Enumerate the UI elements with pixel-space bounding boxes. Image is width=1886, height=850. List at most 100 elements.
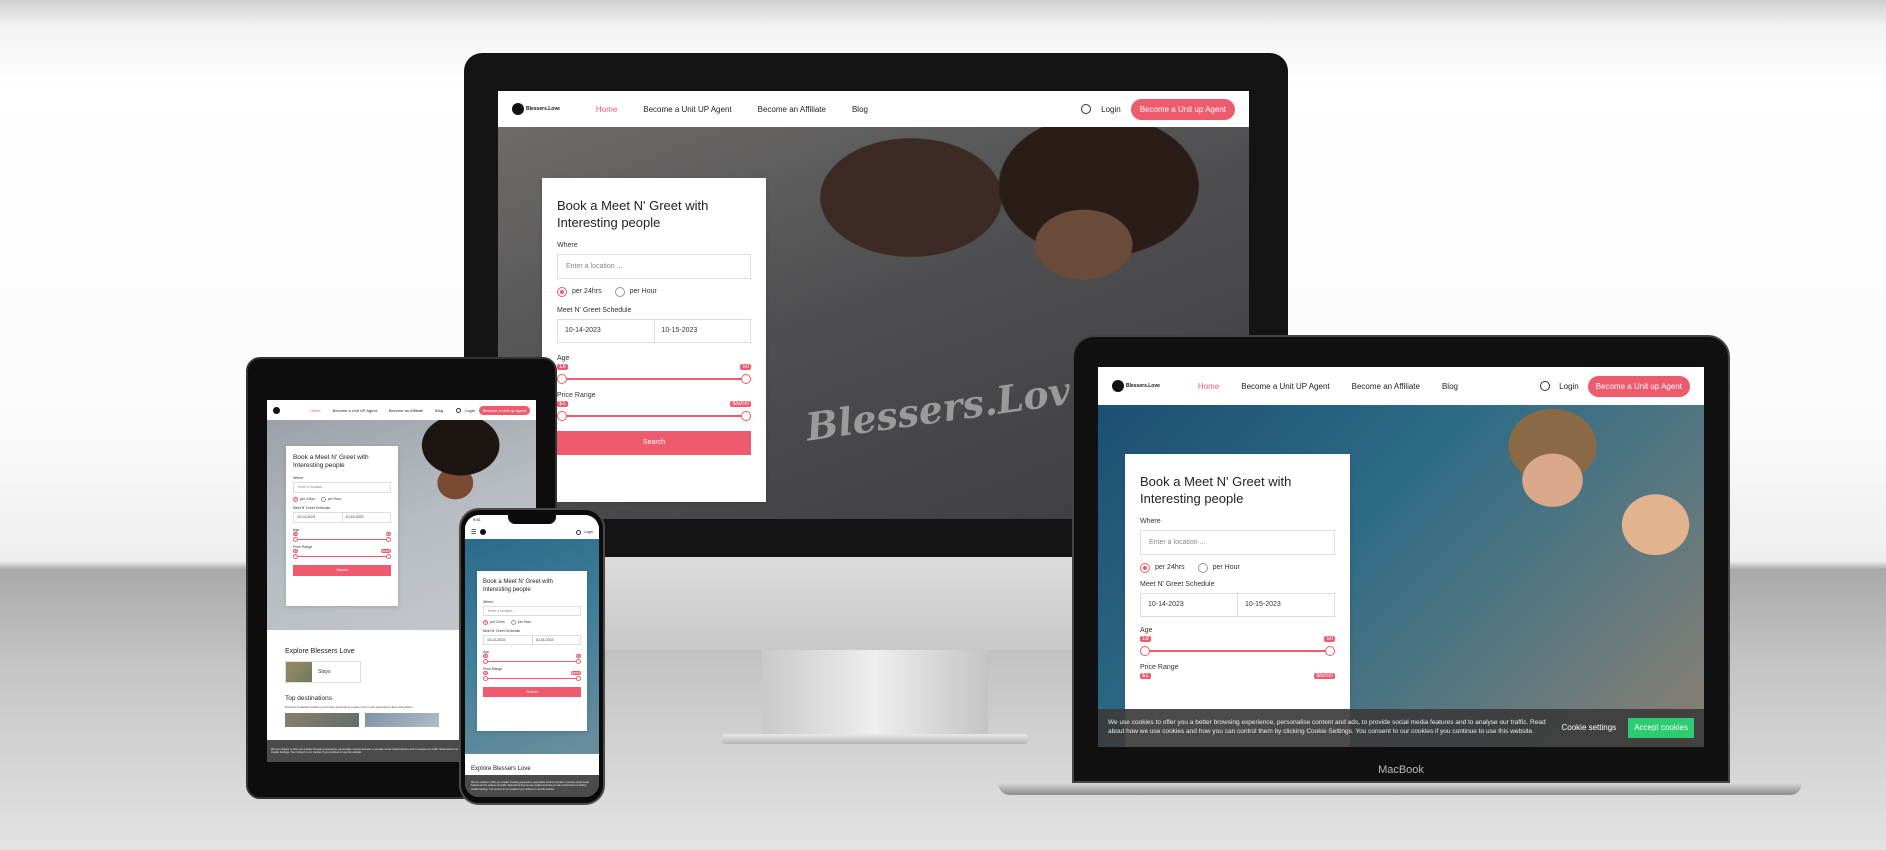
nav-agent[interactable]: Become a Unit UP Agent: [1241, 382, 1329, 391]
price-track: [483, 677, 581, 679]
nav-agent[interactable]: Become a Unit UP Agent: [333, 408, 377, 413]
date-from-input[interactable]: 10-14-2023: [558, 320, 654, 342]
price-max-knob[interactable]: [576, 675, 581, 681]
card-title: Book a Meet N' Greet with Interesting pe…: [1140, 474, 1292, 506]
login-link[interactable]: Login: [1559, 382, 1579, 391]
destination-photo[interactable]: [285, 713, 359, 727]
nav-right: Login Become a Unit up Agent: [1540, 375, 1690, 397]
globe-icon[interactable]: [456, 407, 462, 413]
cookie-settings-button[interactable]: Cookie settings: [1561, 723, 1616, 734]
globe-icon[interactable]: [1081, 104, 1092, 114]
date-range: 10-14-2023 10-15-2023: [1140, 592, 1335, 617]
logo[interactable]: Blessers.Love: [1112, 380, 1160, 392]
nav-home[interactable]: Home: [596, 105, 617, 114]
age-max-knob[interactable]: [1325, 645, 1335, 656]
location-input[interactable]: Enter a location ...: [1140, 529, 1335, 555]
rate-hour-radio[interactable]: [320, 496, 326, 502]
price-min-tag: $1: [1140, 672, 1151, 679]
macbook-label: MacBook: [1378, 764, 1424, 776]
globe-icon[interactable]: [1540, 381, 1551, 391]
accept-cookies-button[interactable]: Accept cookies: [1628, 717, 1694, 739]
date-range: 10-14-2023 10-15-2023: [293, 511, 391, 523]
date-to-input[interactable]: 10-15-2023: [531, 635, 581, 644]
nav-affiliate[interactable]: Become an Affiliate: [389, 408, 423, 413]
explore-item-stays[interactable]: Stays: [285, 661, 361, 683]
age-max-knob[interactable]: [741, 373, 751, 384]
price-min-knob[interactable]: [293, 553, 298, 559]
price-slider[interactable]: $1 $5000: [1140, 672, 1335, 693]
rate-24h-radio[interactable]: [1140, 562, 1150, 573]
date-to-input[interactable]: 10-15-2023: [341, 512, 391, 522]
nav-blog[interactable]: Blog: [1442, 382, 1458, 391]
rate-hour-radio[interactable]: [1197, 562, 1208, 573]
rate-24h-radio[interactable]: [557, 286, 567, 297]
become-agent-button[interactable]: Become a Unit up Agent: [478, 405, 530, 415]
price-max-tag: $5000: [730, 400, 751, 407]
age-max-tag: 50: [385, 531, 391, 536]
nav-blog[interactable]: Blog: [435, 408, 443, 413]
nav-links: Home Become a Unit UP Agent Become an Af…: [596, 105, 868, 114]
date-to-input[interactable]: 10-15-2023: [653, 319, 751, 342]
price-max-tag: $5000: [380, 548, 391, 553]
booking-card: Book a Meet N' Greet with Interesting pe…: [477, 571, 587, 731]
nav-blog[interactable]: Blog: [852, 105, 868, 114]
rate-radios: per 24hrs per Hour: [557, 286, 751, 297]
logo-icon: [512, 103, 524, 115]
rate-hour-radio[interactable]: [510, 619, 516, 625]
rate-24h-radio[interactable]: [483, 619, 488, 625]
date-to-input[interactable]: 10-15-2023: [1237, 593, 1334, 616]
location-input[interactable]: Enter a location ...: [293, 481, 391, 493]
globe-icon[interactable]: [576, 529, 582, 535]
where-label: Where: [1140, 517, 1161, 525]
logo[interactable]: Blessers.Love: [512, 103, 560, 115]
destination-photo[interactable]: [365, 713, 439, 727]
become-agent-button[interactable]: Become a Unit up Agent: [1587, 375, 1690, 397]
age-min-knob[interactable]: [483, 658, 488, 664]
age-slider[interactable]: 18 50: [483, 653, 581, 664]
nav-affiliate[interactable]: Become an Affiliate: [758, 105, 826, 114]
price-min-knob[interactable]: [557, 410, 567, 421]
login-link[interactable]: Login: [1101, 105, 1121, 114]
search-button[interactable]: Search: [483, 686, 581, 697]
nav-affiliate[interactable]: Become an Affiliate: [1352, 382, 1420, 391]
age-min-knob[interactable]: [1140, 645, 1150, 656]
search-button[interactable]: Search: [293, 564, 391, 576]
age-max-knob[interactable]: [576, 658, 581, 664]
price-slider[interactable]: $1 $5000: [293, 548, 391, 559]
logo[interactable]: [273, 406, 280, 414]
top-destinations-title: Top destinations: [285, 695, 332, 702]
price-slider[interactable]: $1 $5000: [483, 670, 581, 681]
price-max-knob[interactable]: [386, 553, 391, 559]
price-min-tag: $1: [483, 670, 489, 675]
date-range: 10-14-2023 10-15-2023: [483, 634, 581, 645]
date-from-input[interactable]: 10-14-2023: [484, 636, 532, 644]
age-slider[interactable]: 18 50: [293, 531, 391, 542]
age-slider[interactable]: 18 50: [557, 363, 751, 384]
age-min-knob[interactable]: [557, 373, 567, 384]
price-track: [293, 555, 391, 557]
date-from-input[interactable]: 10-14-2023: [294, 513, 342, 522]
price-min-knob[interactable]: [483, 675, 488, 681]
location-input[interactable]: Enter a location ...: [483, 605, 581, 616]
age-max-knob[interactable]: [386, 536, 391, 542]
nav-home[interactable]: Home: [1198, 382, 1219, 391]
login-link[interactable]: Login: [584, 530, 593, 534]
rate-24h-radio[interactable]: [293, 496, 298, 502]
menu-icon[interactable]: ☰: [471, 529, 476, 536]
location-input[interactable]: Enter a location ...: [557, 253, 751, 279]
login-link[interactable]: Login: [465, 408, 475, 413]
card-title: Book a Meet N' Greet with Interesting pe…: [483, 579, 553, 593]
nav-agent[interactable]: Become a Unit UP Agent: [643, 105, 731, 114]
price-slider[interactable]: $1 $5000: [557, 400, 751, 421]
where-label: Where: [557, 241, 578, 249]
where-label: Where: [483, 599, 494, 604]
rate-hour-radio[interactable]: [614, 286, 625, 297]
nav-home[interactable]: Home: [310, 408, 321, 413]
price-max-knob[interactable]: [741, 410, 751, 421]
logo-icon[interactable]: [480, 529, 487, 535]
age-min-knob[interactable]: [293, 536, 298, 542]
date-from-input[interactable]: 10-14-2023: [1141, 594, 1237, 616]
become-agent-button[interactable]: Become a Unit up Agent: [1130, 98, 1235, 120]
search-button[interactable]: Search: [557, 430, 751, 455]
age-slider[interactable]: 18 50: [1140, 635, 1335, 656]
